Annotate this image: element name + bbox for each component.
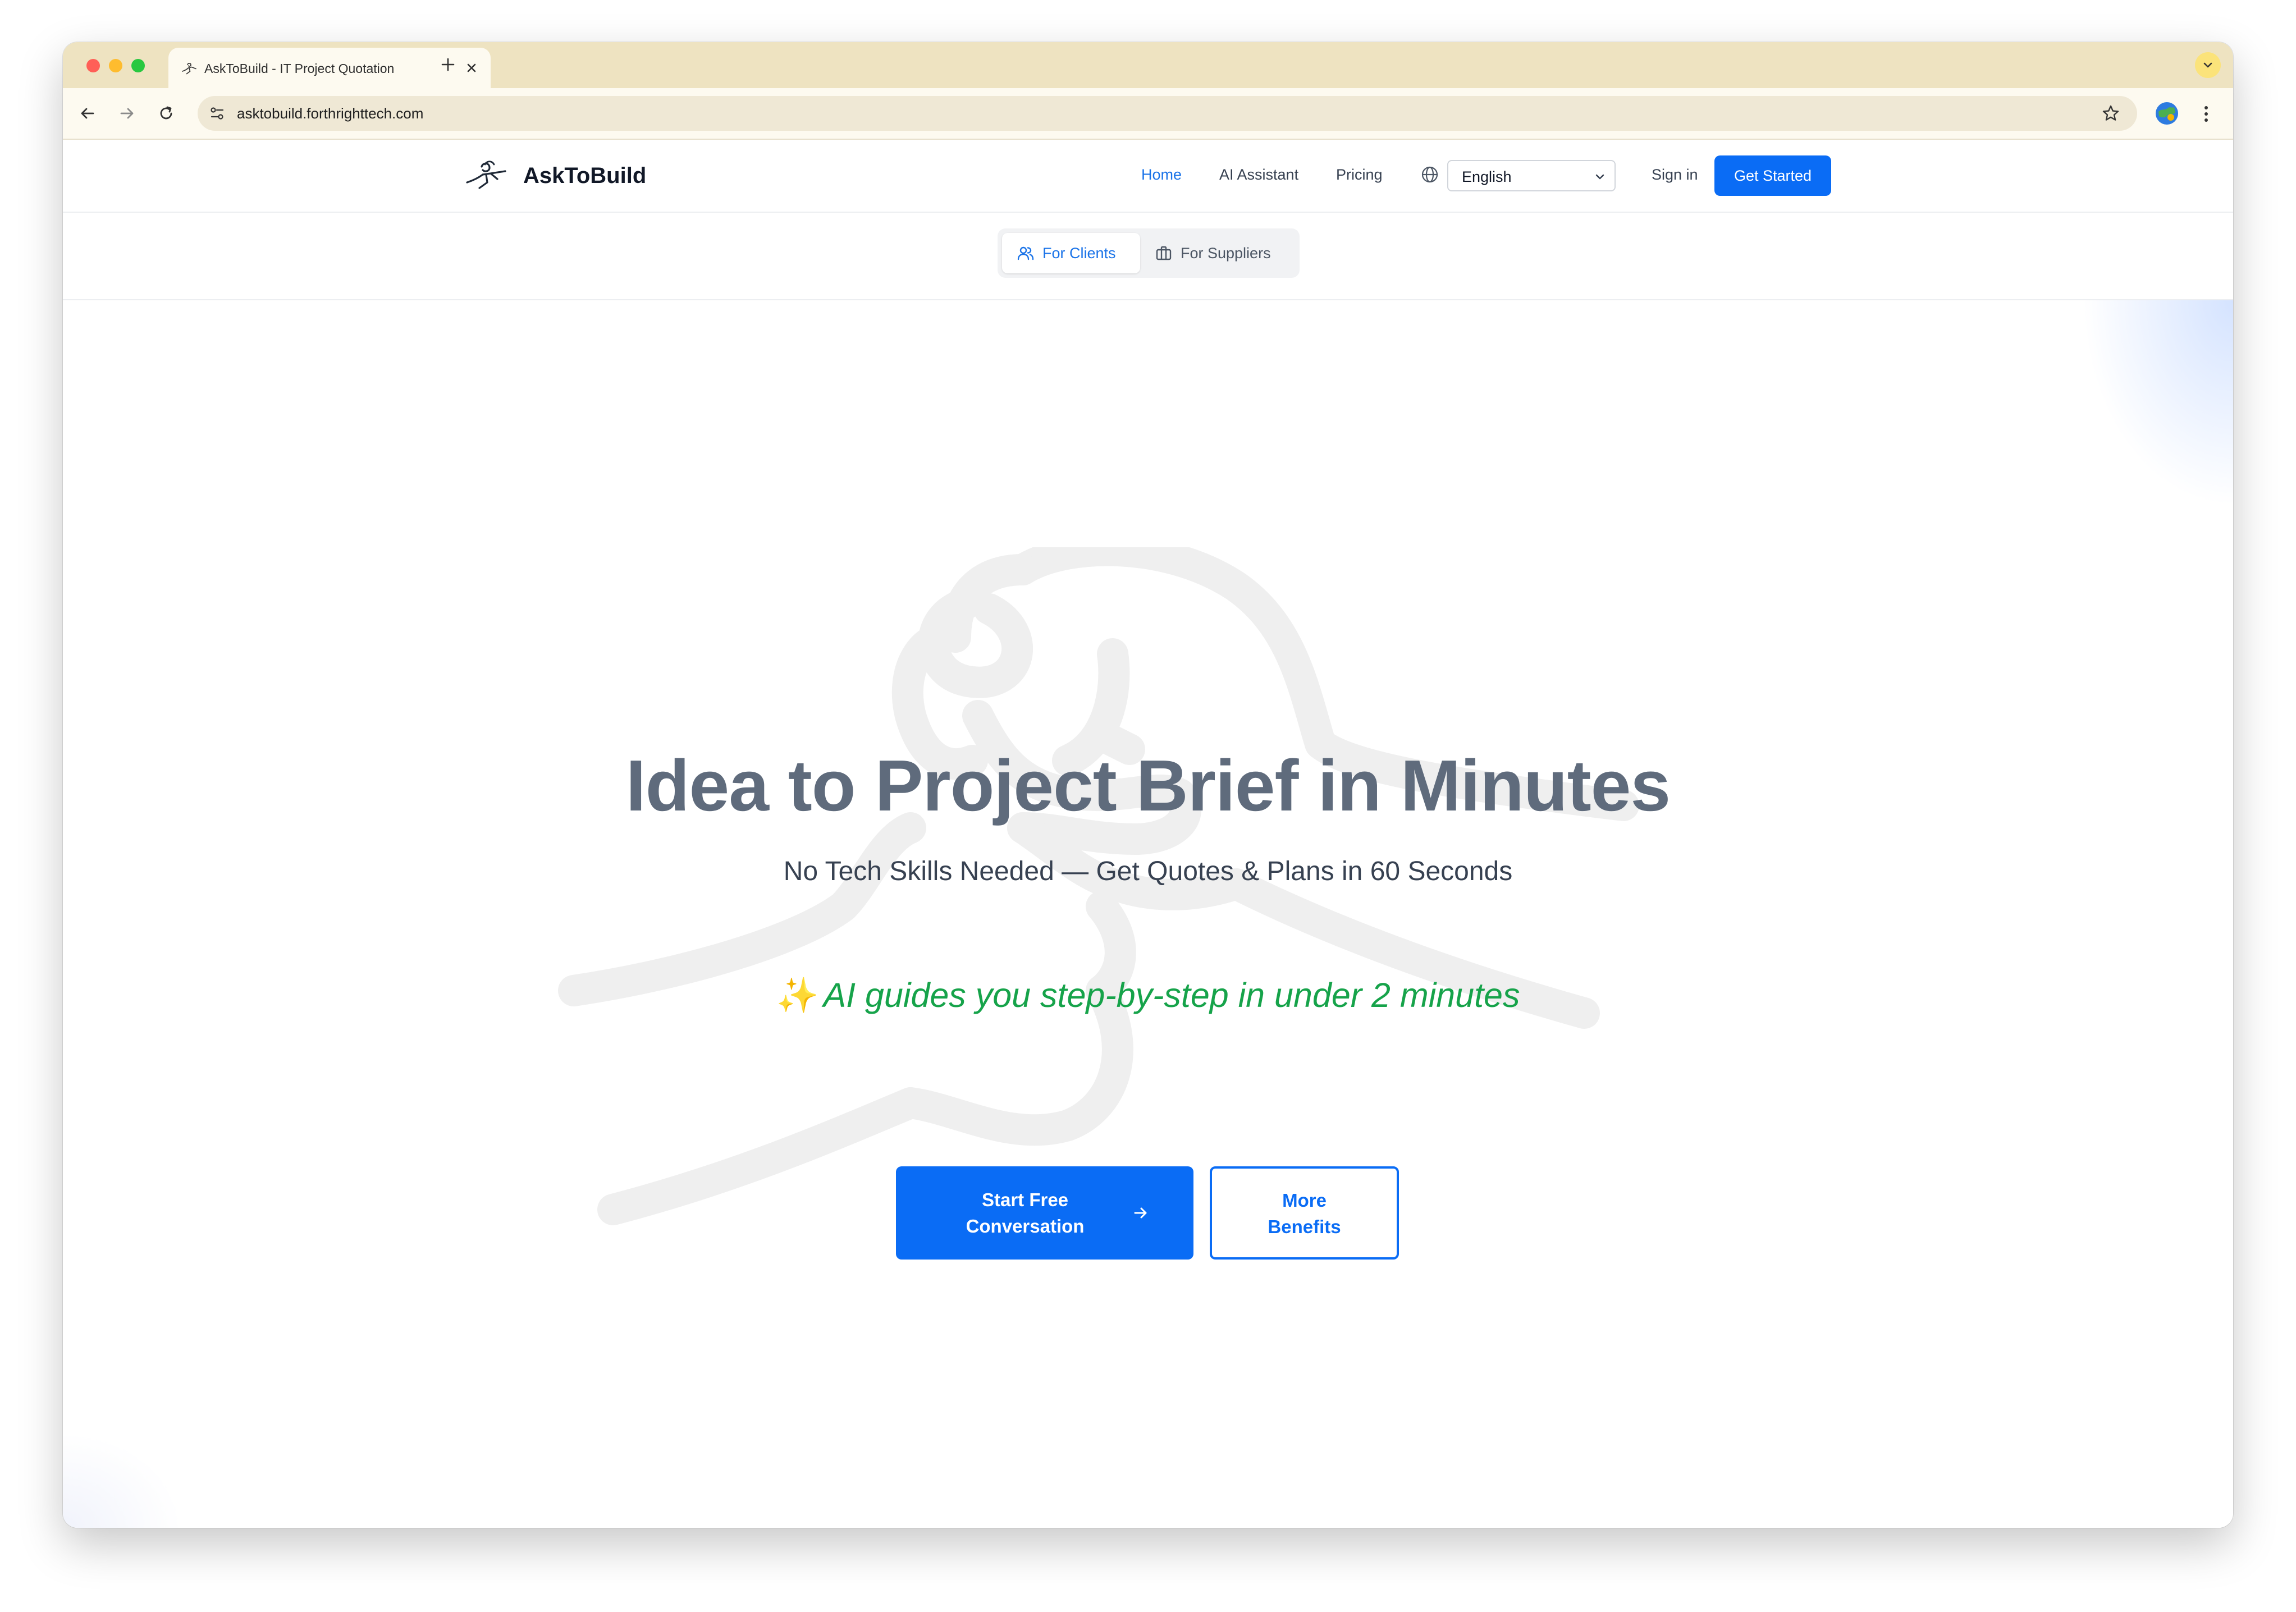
arrow-left-icon	[81, 108, 94, 119]
language-select[interactable]: English	[1447, 160, 1616, 191]
tab-title: AskToBuild - IT Project Quotation	[204, 61, 395, 76]
audience-switch: For Clients For Suppliers	[998, 228, 1300, 278]
globe-icon	[1421, 166, 1438, 183]
hero-section: Idea to Project Brief in Minutes No Tech…	[63, 300, 2233, 1528]
for-clients-tab[interactable]: For Clients	[1002, 233, 1140, 273]
page-viewport: AskToBuild Home AI Assistant Pricing Eng…	[63, 140, 2233, 1528]
new-tab-icon[interactable]	[439, 56, 457, 74]
more-menu-icon[interactable]	[2201, 104, 2212, 124]
cta-secondary-line2: Benefits	[1268, 1216, 1341, 1237]
brand-name[interactable]: AskToBuild	[523, 162, 646, 189]
hero-subtitle: No Tech Skills Needed — Get Quotes & Pla…	[783, 857, 1513, 886]
cta-primary-line2: Conversation	[966, 1216, 1085, 1237]
sign-in-link[interactable]: Sign in	[1652, 165, 1698, 184]
brand-logo-icon[interactable]	[465, 157, 510, 191]
more-benefits-label: More Benefits	[1212, 1187, 1397, 1240]
tagline-text: AI guides you step-by-step in under 2 mi…	[823, 976, 1520, 1014]
address-bar[interactable]: asktobuild.forthrighttech.com	[198, 96, 2137, 131]
cta-primary-line1: Start Free	[981, 1189, 1069, 1210]
site-header: AskToBuild Home AI Assistant Pricing Eng…	[63, 140, 2233, 213]
nav-home-link[interactable]: Home	[1141, 165, 1182, 184]
sparkles-icon: ✨	[776, 976, 819, 1014]
forward-button[interactable]	[116, 102, 138, 125]
arrow-right-icon	[120, 108, 134, 119]
profile-avatar-icon[interactable]	[2154, 100, 2180, 126]
reload-button[interactable]	[155, 102, 177, 125]
users-icon	[1017, 246, 1034, 260]
site-favicon-icon	[182, 63, 196, 75]
for-clients-label: For Clients	[1042, 244, 1116, 262]
chevron-down-icon	[1595, 174, 1604, 180]
for-suppliers-label: For Suppliers	[1181, 244, 1271, 262]
language-value: English	[1462, 168, 1512, 185]
start-free-conversation-label: Start Free Conversation	[930, 1187, 1120, 1239]
briefcase-icon	[1156, 246, 1172, 260]
audience-switch-bar: For Clients For Suppliers	[63, 213, 2233, 300]
hero-tagline: ✨ AI guides you step-by-step in under 2 m…	[63, 974, 2233, 1016]
nav-ai-assistant-link[interactable]: AI Assistant	[1219, 165, 1298, 184]
hero-title: Idea to Project Brief in Minutes	[625, 745, 1671, 826]
chevron-down-icon	[2203, 62, 2212, 68]
url-text: asktobuild.forthrighttech.com	[237, 105, 424, 122]
arrow-right-icon	[1134, 1207, 1147, 1219]
tab-bar: AskToBuild - IT Project Quotation	[63, 42, 2233, 88]
nav-pricing-link[interactable]: Pricing	[1336, 165, 1383, 184]
minimize-window-button[interactable]	[109, 59, 122, 72]
for-suppliers-tab[interactable]: For Suppliers	[1145, 233, 1294, 273]
browser-toolbar: asktobuild.forthrighttech.com	[63, 88, 2233, 140]
get-started-button[interactable]: Get Started	[1714, 155, 1831, 196]
back-button[interactable]	[76, 102, 99, 125]
site-settings-icon[interactable]	[209, 105, 226, 122]
close-tab-icon[interactable]	[464, 60, 479, 76]
tab-search-button[interactable]	[2195, 52, 2221, 78]
maximize-window-button[interactable]	[131, 59, 145, 72]
bookmark-star-icon[interactable]	[2101, 104, 2120, 123]
start-free-conversation-button[interactable]: Start Free Conversation	[896, 1166, 1193, 1260]
more-benefits-button[interactable]: More Benefits	[1210, 1166, 1399, 1260]
browser-window: AskToBuild - IT Project Quotation asktob…	[63, 42, 2233, 1528]
cta-secondary-line1: More	[1282, 1190, 1327, 1211]
reload-icon	[160, 106, 172, 120]
close-window-button[interactable]	[86, 59, 100, 72]
